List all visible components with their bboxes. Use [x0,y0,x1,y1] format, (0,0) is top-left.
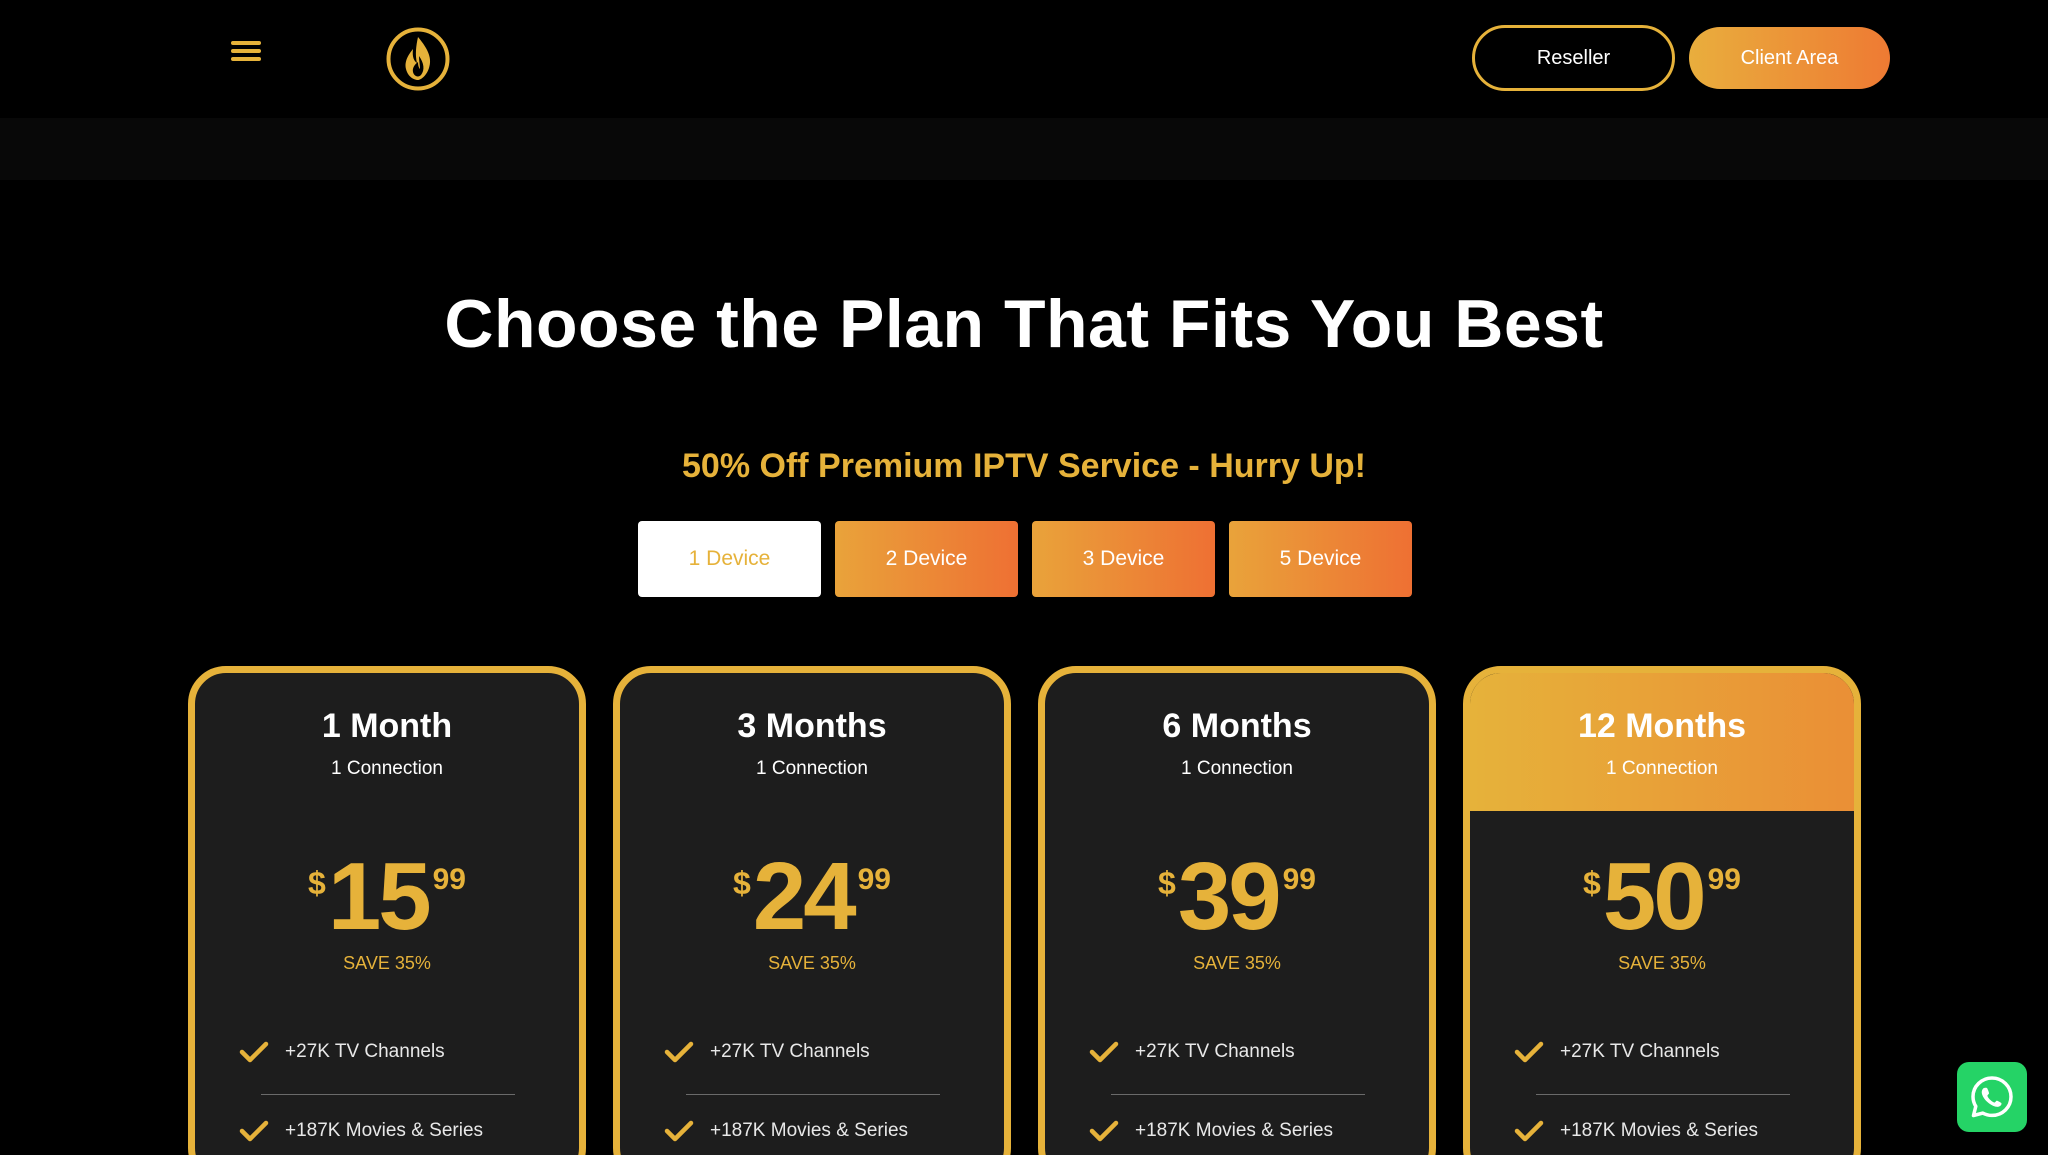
feature-item: +27K TV Channels [1089,1041,1389,1063]
tab-1-device[interactable]: 1 Device [638,521,821,597]
check-icon [1514,1041,1544,1063]
feature-item: +27K TV Channels [1514,1041,1814,1063]
promo-subtitle: 50% Off Premium IPTV Service - Hurry Up! [682,447,1366,485]
feature-text: +27K TV Channels [1560,1041,1720,1062]
feature-item: +187K Movies & Series [239,1120,539,1142]
plan-period: 1 Month [321,707,453,745]
price-cents: 99 [432,863,466,896]
plan-save: SAVE 35% [1618,953,1706,973]
price-currency: $ [1158,865,1176,901]
page-title: Choose the Plan That Fits You Best [444,286,1604,362]
feature-divider [686,1094,940,1095]
check-icon [1089,1120,1119,1142]
price-main: 50 [1602,843,1707,950]
plan-card-3-months[interactable]: 3 Months 1 Connection $ 24 99 SAVE 35% +… [613,666,1011,1155]
price-currency: $ [1583,865,1601,901]
price-main: 24 [752,843,857,950]
check-icon [664,1120,694,1142]
sub-header-bar [0,118,2048,180]
feature-divider [1111,1094,1365,1095]
tab-5-device[interactable]: 5 Device [1229,521,1412,597]
feature-item: +187K Movies & Series [664,1120,964,1142]
feature-text: +187K Movies & Series [1135,1120,1334,1141]
check-icon [239,1120,269,1142]
feature-text: +187K Movies & Series [1560,1120,1759,1141]
check-icon [1089,1041,1119,1063]
price-currency: $ [308,865,326,901]
tab-3-device[interactable]: 3 Device [1032,521,1215,597]
plan-connection: 1 Connection [1181,758,1293,779]
price-cents: 99 [1282,863,1316,896]
feature-text: +27K TV Channels [285,1041,445,1062]
plan-header: 6 Months 1 Connection [1045,673,1429,811]
plan-connection: 1 Connection [1606,758,1718,779]
plan-header: 1 Month 1 Connection [195,673,579,811]
feature-item: +187K Movies & Series [1514,1120,1814,1142]
feature-text: +27K TV Channels [1135,1041,1295,1062]
plan-card-6-months[interactable]: 6 Months 1 Connection $ 39 99 SAVE 35% +… [1038,666,1436,1155]
plan-save: SAVE 35% [768,953,856,973]
check-icon [239,1041,269,1063]
plan-price: $ 15 99 [195,843,579,950]
feature-divider [1536,1094,1790,1095]
plan-save: SAVE 35% [1193,953,1281,973]
whatsapp-icon [1971,1076,2013,1118]
plan-period: 12 Months [1577,707,1747,745]
reseller-button[interactable]: Reseller [1472,25,1675,91]
plan-period: 3 Months [737,707,887,745]
tab-2-device[interactable]: 2 Device [835,521,1018,597]
feature-item: +27K TV Channels [239,1041,539,1063]
flame-logo-icon[interactable] [385,26,451,92]
plan-header: 12 Months 1 Connection [1470,673,1854,811]
plan-period: 6 Months [1162,707,1312,745]
hamburger-menu-icon[interactable] [228,38,264,68]
whatsapp-chat-button[interactable] [1957,1062,2027,1132]
plan-connection: 1 Connection [331,758,443,779]
feature-divider [261,1094,515,1095]
plan-card-1-month[interactable]: 1 Month 1 Connection $ 15 99 SAVE 35% +2… [188,666,586,1155]
plan-header: 3 Months 1 Connection [620,673,1004,811]
client-area-button[interactable]: Client Area [1689,27,1890,89]
plan-save: SAVE 35% [343,953,431,973]
device-tabs: 1 Device 2 Device 3 Device 5 Device [638,521,1412,597]
feature-text: +27K TV Channels [710,1041,870,1062]
feature-text: +187K Movies & Series [710,1120,909,1141]
price-cents: 99 [857,863,891,896]
price-main: 15 [327,843,432,950]
price-currency: $ [733,865,751,901]
price-main: 39 [1177,843,1282,950]
plan-price: $ 39 99 [1045,843,1429,950]
plan-card-12-months[interactable]: 12 Months 1 Connection $ 50 99 SAVE 35% … [1463,666,1861,1155]
plan-connection: 1 Connection [756,758,868,779]
plan-price: $ 50 99 [1470,843,1854,950]
check-icon [1514,1120,1544,1142]
price-cents: 99 [1707,863,1741,896]
check-icon [664,1041,694,1063]
feature-item: +27K TV Channels [664,1041,964,1063]
plan-price: $ 24 99 [620,843,1004,950]
feature-text: +187K Movies & Series [285,1120,484,1141]
feature-item: +187K Movies & Series [1089,1120,1389,1142]
